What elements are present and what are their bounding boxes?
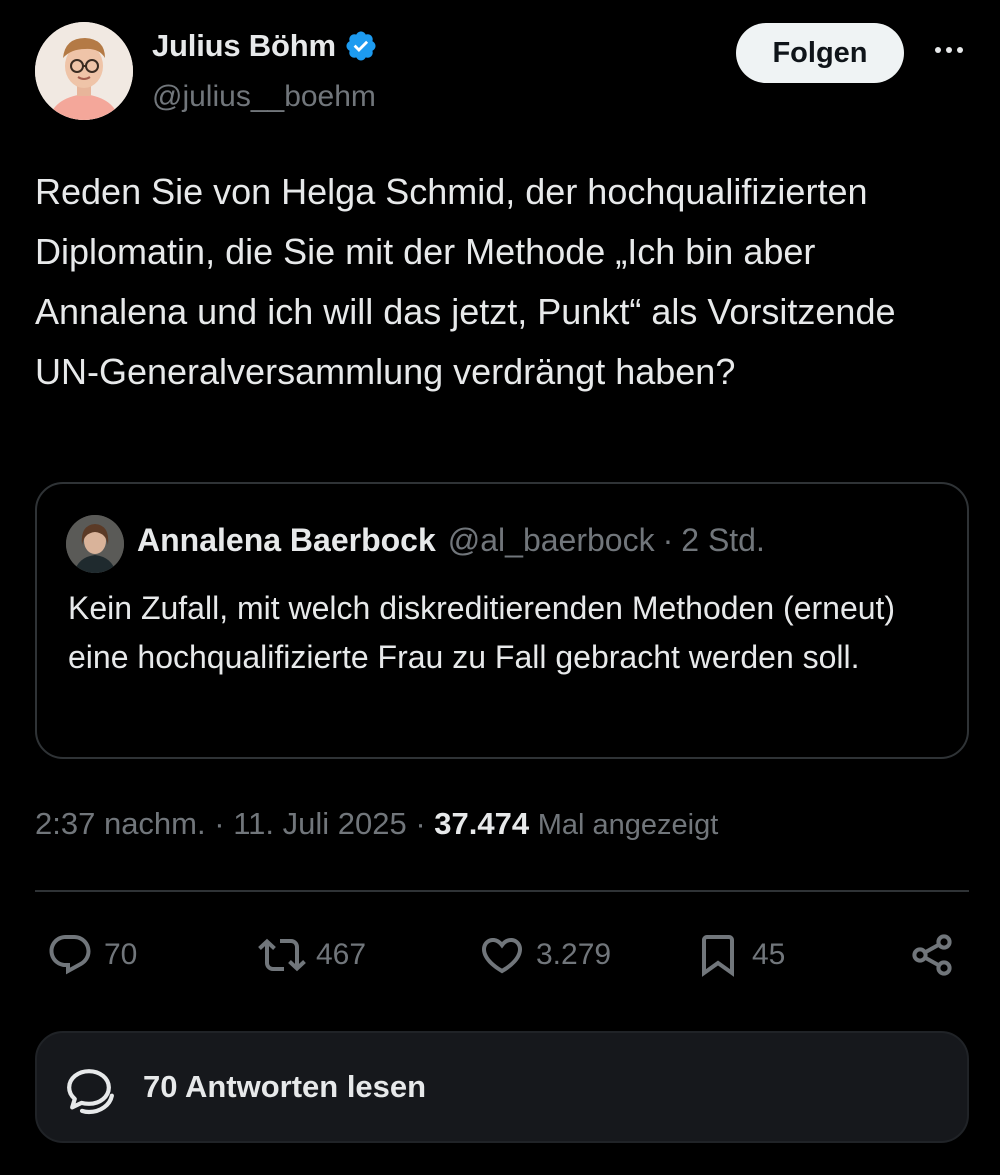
- bookmark-count: 45: [752, 938, 786, 971]
- more-icon[interactable]: [924, 30, 974, 70]
- action-bar: 70 467 3.279 45: [0, 920, 1000, 990]
- more-dot: [957, 47, 963, 53]
- author-handle[interactable]: @julius__boehm: [152, 80, 376, 114]
- tweet-date[interactable]: 11. Juli 2025: [233, 806, 407, 841]
- retweet-icon: [258, 938, 306, 972]
- more-dot: [946, 47, 952, 53]
- like-count: 3.279: [536, 938, 612, 971]
- separator-dot: ·: [415, 806, 426, 841]
- reply-icon: [49, 935, 91, 975]
- follow-button[interactable]: Folgen: [736, 23, 904, 83]
- bookmark-icon: [702, 935, 734, 977]
- quoted-header: Annalena Baerbock @al_baerbock · 2 Std.: [137, 522, 765, 559]
- tweet-header: Julius Böhm @julius__boehm Folgen: [0, 0, 1000, 130]
- share-button[interactable]: [908, 920, 956, 990]
- quoted-time[interactable]: 2 Std.: [681, 522, 765, 559]
- share-icon: [912, 934, 952, 976]
- separator-dot: ·: [662, 522, 674, 558]
- author-name[interactable]: Julius Böhm: [152, 28, 336, 64]
- quoted-avatar-image: [66, 515, 124, 573]
- verified-badge-icon: [346, 31, 376, 61]
- reply-button[interactable]: 70: [46, 920, 137, 990]
- divider: [35, 890, 969, 892]
- quoted-text: Kein Zufall, mit welch diskreditierenden…: [68, 590, 896, 675]
- reply-count: 70: [104, 938, 138, 971]
- more-dot: [935, 47, 941, 53]
- like-button[interactable]: 3.279: [478, 920, 611, 990]
- author-avatar[interactable]: [35, 22, 133, 120]
- read-replies-label: 70 Antworten lesen: [143, 1069, 427, 1104]
- views-count: 37.474: [434, 806, 530, 841]
- separator-dot: ·: [214, 806, 225, 841]
- author-name-row[interactable]: Julius Böhm: [152, 28, 378, 64]
- retweet-button[interactable]: 467: [258, 920, 366, 990]
- tweet-time[interactable]: 2:37 nachm.: [35, 806, 206, 841]
- retweet-count: 467: [316, 938, 367, 971]
- quoted-author-handle[interactable]: @al_baerbock: [448, 522, 655, 559]
- like-icon: [481, 938, 523, 974]
- quoted-author-avatar[interactable]: [66, 515, 124, 573]
- views-label: Mal angezeigt: [537, 809, 719, 841]
- tweet-meta: 2:37 nachm. · 11. Juli 2025 · 37.474 Mal…: [35, 806, 718, 842]
- tweet-text: Reden Sie von Helga Schmid, der hochqual…: [35, 171, 916, 392]
- read-replies-button[interactable]: 70 Antworten lesen: [35, 1031, 969, 1143]
- quoted-tweet[interactable]: Annalena Baerbock @al_baerbock · 2 Std. …: [35, 482, 969, 759]
- bookmark-button[interactable]: 45: [694, 920, 785, 990]
- author-avatar-image: [35, 22, 133, 120]
- read-replies-icon: [67, 1069, 114, 1115]
- quoted-author-name[interactable]: Annalena Baerbock: [137, 522, 436, 559]
